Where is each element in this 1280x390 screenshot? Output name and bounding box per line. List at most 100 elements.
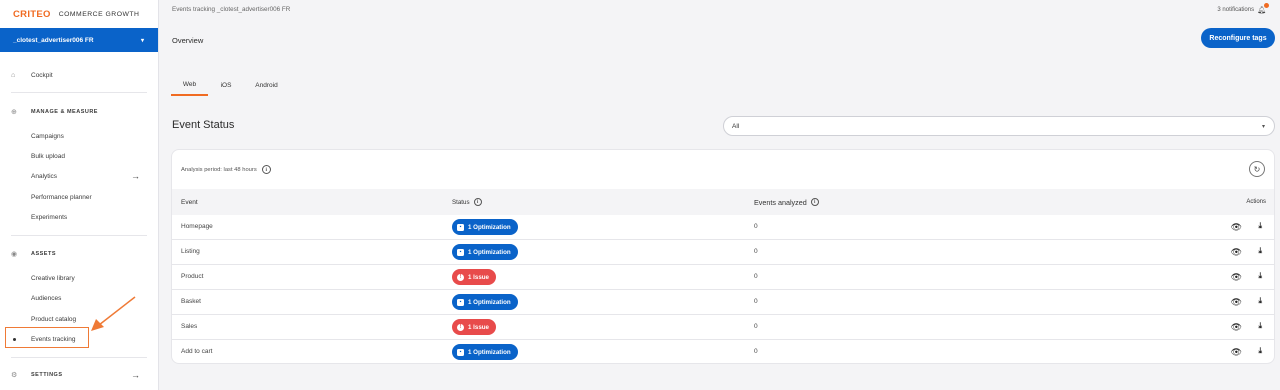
status-badge[interactable]: ▪ 1 Optimization (452, 244, 518, 260)
download-icon[interactable]: ⤓ (1258, 221, 1262, 231)
eye-icon[interactable]: 👁︎ (1231, 272, 1242, 283)
sidebar-section-settings[interactable]: ⚙ SETTINGS → (0, 369, 158, 381)
sidebar-item-cockpit[interactable]: ⌂ Cockpit (0, 69, 158, 81)
refresh-icon[interactable]: ↻ (1249, 161, 1265, 177)
download-icon[interactable]: ⤓ (1258, 346, 1262, 356)
sidebar-item-label: Audiences (31, 294, 62, 302)
tab-android[interactable]: Android (244, 74, 289, 96)
optimization-icon: ▪ (457, 298, 464, 306)
product-name: COMMERCE GROWTH (58, 10, 140, 18)
status-label: 1 Optimization (468, 248, 511, 256)
breadcrumb[interactable]: Events tracking _clotest_advertiser006 F… (172, 6, 290, 13)
page-title: Overview (172, 36, 204, 45)
table-row: Homepage ▪ 1 Optimization 0 👁︎ ⤓ (172, 215, 1274, 240)
sidebar-item-label: Performance planner (31, 193, 92, 201)
eye-icon[interactable]: 👁︎ (1231, 347, 1242, 358)
download-icon[interactable]: ⤓ (1258, 321, 1262, 331)
info-icon[interactable]: i (473, 198, 482, 206)
events-analyzed-count: 0 (754, 323, 758, 330)
tab-web[interactable]: Web (171, 74, 208, 96)
status-label: 1 Optimization (468, 348, 511, 356)
divider (11, 357, 147, 358)
events-analyzed-count: 0 (754, 223, 758, 230)
download-icon[interactable]: ⤓ (1258, 296, 1262, 306)
optimization-icon: ▪ (457, 248, 464, 256)
download-icon[interactable]: ⤓ (1258, 246, 1262, 256)
sidebar-item-creative-library[interactable]: Creative library (0, 272, 158, 284)
filter-value: All (732, 122, 740, 130)
sidebar-item-label: Analytics (31, 172, 58, 180)
platform-tabs: Web iOS Android (171, 74, 289, 96)
section-label: ASSETS (31, 251, 57, 257)
status-badge[interactable]: ▪ 1 Optimization (452, 219, 518, 235)
sidebar-item-performance-planner[interactable]: Performance planner (0, 191, 158, 203)
analysis-period-label: Analysis period: last 48 hours (181, 166, 257, 173)
divider (11, 92, 147, 93)
sidebar-item-label: Campaigns (31, 132, 64, 140)
arrow-right-icon: → (131, 171, 140, 181)
sidebar-item-bulk-upload[interactable]: Bulk upload (0, 150, 158, 162)
brand: CRITEO COMMERCE GROWTH (0, 0, 158, 28)
status-filter-select[interactable]: All ▾ (723, 116, 1275, 136)
notification-dot (1264, 3, 1269, 8)
notifications[interactable]: 3 notifications 🔔︎ (1217, 3, 1269, 14)
header-label: Actions (1246, 199, 1266, 205)
sidebar-item-campaigns[interactable]: Campaigns (0, 130, 158, 142)
status-label: 1 Optimization (468, 223, 511, 231)
sidebar-item-label: Creative library (31, 274, 75, 282)
sidebar-item-label: Cockpit (31, 71, 53, 79)
account-selector[interactable]: _clotest_advertiser006 FR ▾ (0, 28, 158, 52)
event-name: Add to cart (181, 348, 213, 355)
status-label: 1 Issue (468, 273, 489, 281)
alert-icon: ! (457, 323, 464, 331)
sidebar-item-analytics[interactable]: Analytics → (0, 170, 158, 182)
sidebar-section-manage[interactable]: ⊕ MANAGE & MEASURE (0, 106, 158, 118)
info-icon[interactable]: i (810, 198, 819, 206)
sidebar-item-label: Bulk upload (31, 152, 65, 160)
status-badge[interactable]: ! 1 Issue (452, 269, 496, 285)
target-icon: ⊕ (11, 109, 17, 116)
assets-icon: ◉ (11, 251, 18, 258)
sidebar-section-assets[interactable]: ◉ ASSETS (0, 248, 158, 260)
chevron-down-icon: ▾ (140, 37, 144, 44)
table-row: Listing ▪ 1 Optimization 0 👁︎ ⤓ (172, 240, 1274, 265)
eye-icon[interactable]: 👁︎ (1231, 222, 1242, 233)
topbar: Events tracking _clotest_advertiser006 F… (160, 0, 1280, 20)
events-analyzed-count: 0 (754, 248, 758, 255)
sidebar-item-label: Product catalog (31, 315, 77, 323)
event-name: Basket (181, 298, 201, 305)
event-name: Listing (181, 248, 200, 255)
column-header-status: Status i (452, 189, 482, 215)
table-row: Basket ▪ 1 Optimization 0 👁︎ ⤓ (172, 290, 1274, 315)
gear-icon: ⚙ (11, 372, 18, 379)
column-header-events-analyzed: Events analyzed i (754, 189, 819, 215)
alert-icon: ! (457, 273, 464, 281)
status-label: 1 Issue (468, 323, 489, 331)
events-analyzed-count: 0 (754, 348, 758, 355)
tab-ios[interactable]: iOS (208, 74, 244, 96)
column-header-event: Event (181, 189, 198, 215)
eye-icon[interactable]: 👁︎ (1231, 247, 1242, 258)
events-analyzed-count: 0 (754, 298, 758, 305)
eye-icon[interactable]: 👁︎ (1231, 322, 1242, 333)
reconfigure-tags-button[interactable]: Reconfigure tags (1201, 28, 1275, 48)
info-icon[interactable]: i (261, 165, 271, 174)
bell-icon[interactable]: 🔔︎ (1257, 3, 1269, 14)
event-name: Homepage (181, 223, 213, 230)
header-label: Status (452, 198, 470, 206)
section-label: MANAGE & MEASURE (31, 109, 98, 115)
status-badge[interactable]: ▪ 1 Optimization (452, 294, 518, 310)
status-label: 1 Optimization (468, 298, 511, 306)
status-badge[interactable]: ! 1 Issue (452, 319, 496, 335)
status-badge[interactable]: ▪ 1 Optimization (452, 344, 518, 360)
annotation-arrow (91, 296, 136, 331)
eye-icon[interactable]: 👁︎ (1231, 297, 1242, 308)
criteo-logo: CRITEO (13, 8, 51, 20)
table-row: Product ! 1 Issue 0 👁︎ ⤓ (172, 265, 1274, 290)
analysis-period: Analysis period: last 48 hours i (181, 165, 271, 174)
event-status-card: Analysis period: last 48 hours i ↻ Event… (171, 149, 1275, 364)
section-title: Event Status (172, 119, 235, 131)
sidebar-item-label: Experiments (31, 213, 68, 221)
sidebar-item-experiments[interactable]: Experiments (0, 211, 158, 223)
download-icon[interactable]: ⤓ (1258, 271, 1262, 281)
